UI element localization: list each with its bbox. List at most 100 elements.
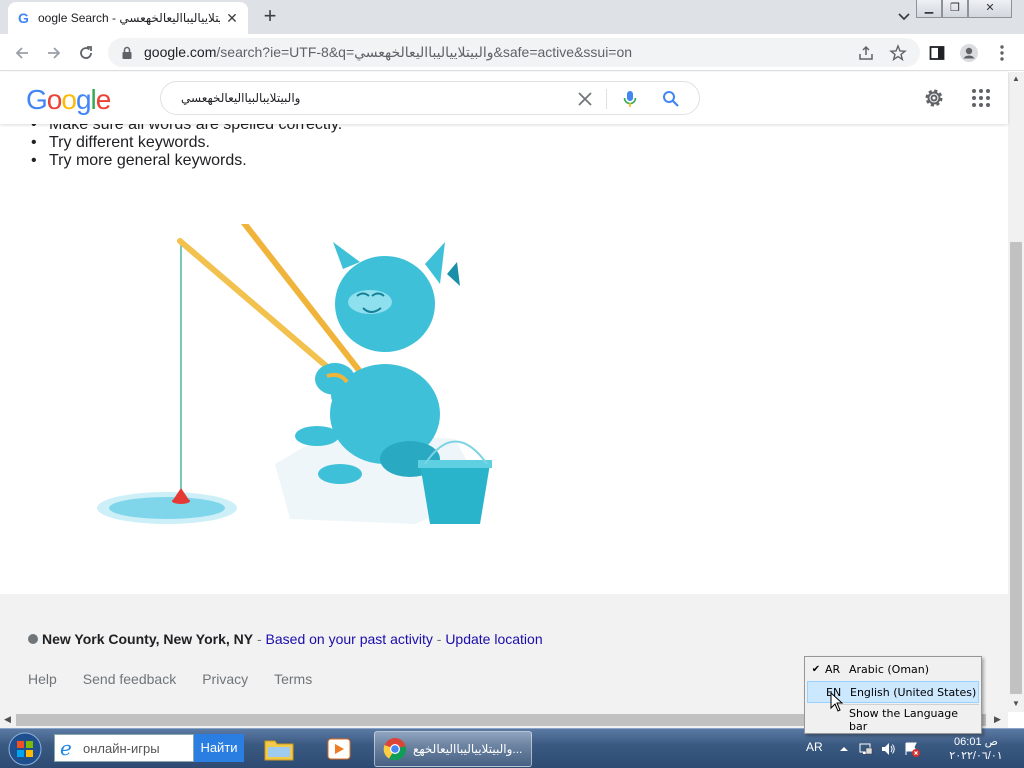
location-dot-icon	[28, 634, 38, 644]
search-icon[interactable]	[661, 89, 681, 109]
results-content: Make sure all words are spelled correctl…	[0, 124, 1008, 594]
lock-icon[interactable]	[120, 46, 134, 60]
browser-tab-active[interactable]: G oogle Search - والبيتلايياليبااليعالخه…	[8, 2, 248, 34]
google-header: Google والبيتلايبالبيااليعالخهعسي	[0, 72, 1008, 124]
google-favicon-icon: G	[18, 10, 29, 26]
new-tab-button[interactable]: +	[258, 5, 282, 29]
tip-item: Make sure all words are spelled correctl…	[31, 124, 342, 134]
clear-search-icon[interactable]	[575, 89, 595, 109]
logo-letter: G	[26, 84, 48, 115]
network-icon[interactable]	[858, 741, 874, 757]
search-input[interactable]: والبيتلايبالبيااليعالخهعسي	[181, 91, 300, 105]
media-player-taskbar-button[interactable]	[318, 732, 360, 766]
start-button-icon[interactable]	[6, 731, 44, 767]
gear-icon[interactable]	[922, 86, 946, 110]
kebab-menu-icon	[1000, 45, 1004, 61]
media-player-icon	[327, 738, 351, 760]
side-panel-icon	[929, 46, 945, 60]
scroll-down-arrow-icon[interactable]: ▼	[1012, 699, 1020, 708]
show-hidden-icons-icon[interactable]	[836, 741, 852, 757]
taskbar-search-button[interactable]: Найти	[194, 734, 244, 762]
tab-strip: G oogle Search - والبيتلايياليبااليعالخه…	[0, 0, 1024, 34]
show-language-bar-label: Show the Language bar	[849, 707, 959, 733]
close-window-button[interactable]: ✕	[968, 0, 1012, 18]
scroll-right-arrow-icon[interactable]: ▶	[994, 714, 1001, 725]
reload-icon	[80, 46, 92, 59]
tab-title: oogle Search - والبيتلايياليبااليعالخهعس…	[38, 11, 220, 25]
explorer-taskbar-button[interactable]	[258, 732, 300, 766]
back-button[interactable]	[11, 42, 33, 64]
location-line: New York County, New York, NY - Based on…	[28, 631, 543, 647]
taskbar-search-field[interactable]: e онлайн-игры	[54, 734, 194, 762]
scroll-left-arrow-icon[interactable]: ◀	[4, 714, 11, 725]
profile-button[interactable]	[958, 42, 980, 64]
restore-button[interactable]: ❐	[942, 0, 968, 18]
url-text: google.com/search?ie=UTF-8&q=والبيتلاييا…	[144, 44, 632, 61]
logo-letter: o	[46, 84, 63, 115]
language-label: English (United States)	[850, 685, 977, 699]
send-feedback-link[interactable]: Send feedback	[83, 671, 176, 687]
language-code: AR	[825, 662, 841, 676]
language-option-arabic[interactable]: ✔ AR Arabic (Oman)	[807, 658, 979, 680]
apps-grid-icon[interactable]	[969, 86, 993, 110]
tab-close-icon[interactable]: ✕	[224, 10, 240, 26]
logo-letter: g	[75, 84, 92, 115]
location-separator: -	[253, 631, 266, 647]
search-box-divider	[606, 89, 607, 109]
share-button[interactable]	[855, 42, 877, 64]
action-center-warning-icon[interactable]	[904, 741, 920, 757]
volume-icon[interactable]	[880, 741, 896, 757]
browser-menu-button[interactable]	[991, 42, 1013, 64]
logo-letter: o	[61, 84, 77, 115]
svg-text:e: e	[60, 737, 72, 759]
taskbar-search-text[interactable]: онлайн-игры	[83, 741, 160, 756]
scroll-up-arrow-icon[interactable]: ▲	[1012, 74, 1020, 83]
past-activity-link[interactable]: Based on your past activity	[266, 631, 433, 647]
folder-icon	[264, 740, 294, 761]
location-separator: -	[432, 631, 446, 647]
minimize-button[interactable]: ▁	[916, 0, 942, 18]
microphone-icon[interactable]	[621, 89, 639, 109]
taskbar-clock[interactable]: 06:01 ص ٢٠٢٢/٠٦/٠١	[936, 735, 1016, 763]
google-logo[interactable]: Google	[26, 84, 111, 116]
tip-item: Try more general keywords.	[31, 152, 342, 170]
star-icon	[889, 44, 907, 62]
side-panel-button[interactable]	[926, 42, 948, 64]
show-language-bar-option[interactable]: Show the Language bar	[807, 707, 979, 733]
address-bar[interactable]: google.com/search?ie=UTF-8&q=والبيتلاييا…	[108, 38, 920, 67]
checkmark-icon: ✔	[811, 663, 821, 675]
language-label: Arabic (Oman)	[849, 662, 930, 676]
windows-taskbar: e онлайн-игры Найти والبيتلايياليبااليعا…	[0, 728, 1024, 768]
mouse-cursor-icon	[830, 692, 844, 712]
svg-text:G: G	[18, 10, 29, 26]
chrome-icon	[383, 738, 407, 761]
location-name: New York County, New York, NY	[42, 631, 254, 647]
forward-arrow-icon	[48, 47, 61, 59]
url-host: google.com	[144, 44, 217, 60]
tray-language-indicator[interactable]: AR	[806, 740, 823, 754]
help-link[interactable]: Help	[28, 671, 57, 687]
url-path: /search?ie=UTF-8&q=والبيتلايياليبااليعال…	[216, 44, 633, 60]
internet-explorer-icon: e	[60, 737, 72, 759]
update-location-link[interactable]: Update location	[445, 631, 542, 647]
no-results-tips: Make sure all words are spelled correctl…	[31, 124, 342, 170]
footer-links: Help Send feedback Privacy Terms	[28, 671, 338, 687]
fishing-monster-illustration	[97, 224, 492, 524]
search-box[interactable]: والبيتلايبالبيااليعالخهعسي	[160, 81, 700, 115]
clock-time: 06:01 ص	[954, 736, 998, 748]
tip-item: Try different keywords.	[31, 134, 342, 152]
back-arrow-icon	[15, 47, 28, 59]
tab-search-chevron-icon[interactable]	[895, 9, 913, 25]
bookmark-button[interactable]	[887, 42, 909, 64]
vertical-scrollbar[interactable]: ▲ ▼	[1008, 72, 1024, 712]
terms-link[interactable]: Terms	[274, 671, 312, 687]
chrome-taskbar-label: والبيتلايياليبااليعالخهع...	[413, 742, 523, 756]
reload-button[interactable]	[75, 42, 97, 64]
vertical-scroll-thumb[interactable]	[1010, 242, 1022, 694]
window-controls: ▁ ❐ ✕	[916, 0, 1012, 18]
share-icon	[859, 45, 873, 60]
browser-toolbar: google.com/search?ie=UTF-8&q=والبيتلاييا…	[0, 34, 1024, 71]
privacy-link[interactable]: Privacy	[202, 671, 248, 687]
forward-button[interactable]	[43, 42, 65, 64]
chrome-taskbar-button[interactable]: والبيتلايياليبااليعالخهع...	[374, 731, 532, 767]
